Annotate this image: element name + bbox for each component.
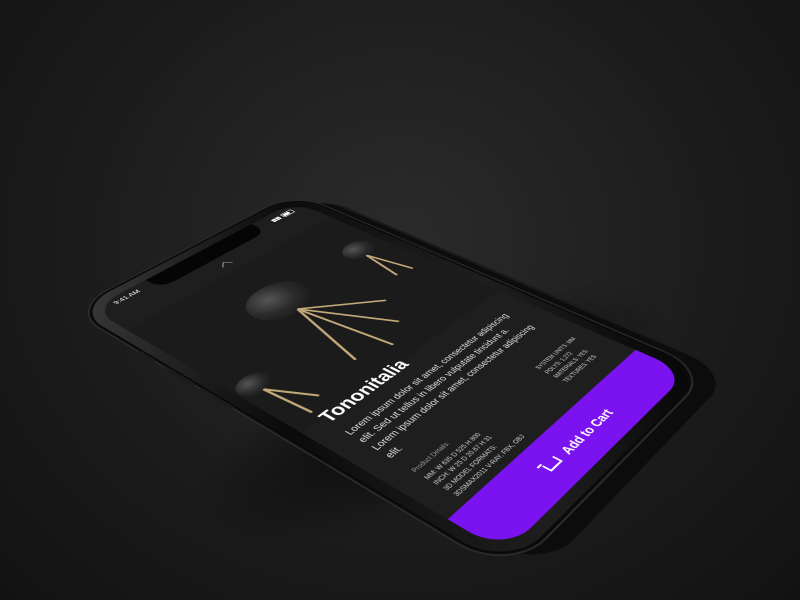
mute-switch — [136, 350, 157, 363]
signal-icon — [270, 216, 282, 223]
status-indicators — [268, 208, 297, 223]
status-time: 9:41 AM — [111, 288, 142, 306]
cart-icon — [536, 455, 565, 476]
chevron-up-icon[interactable] — [222, 261, 233, 268]
add-to-cart-label: Add to Cart — [556, 406, 617, 457]
battery-icon — [279, 209, 296, 218]
volume-down-button — [199, 388, 235, 410]
volume-up-button — [162, 366, 196, 386]
phone-device: 9:41 AM Tononitalia Lorem ipsum dolor si… — [74, 194, 705, 570]
mockup-stage: 9:41 AM Tononitalia Lorem ipsum dolor si… — [0, 0, 800, 600]
